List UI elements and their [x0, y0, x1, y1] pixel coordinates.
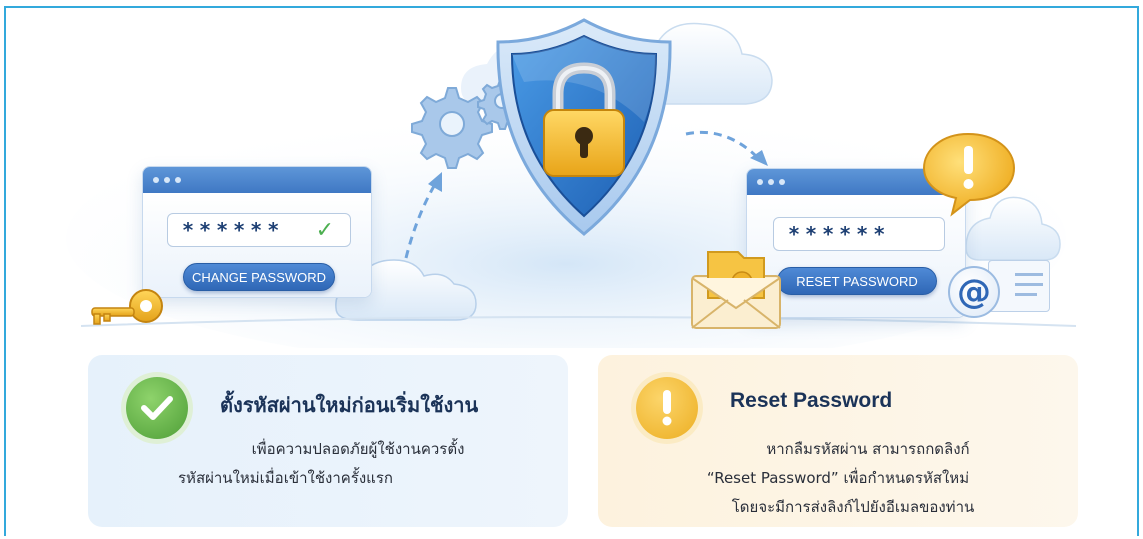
check-icon: ✓ — [315, 218, 334, 243]
reset-password-card: Reset Password หากลืมรหัสผ่าน สามารถกดลิ… — [598, 355, 1078, 527]
envelope-icon — [691, 251, 781, 329]
window-dot — [779, 179, 785, 185]
password-illustration: ****** ✓ CHANGE PASSWORD ****** RESET PA… — [6, 8, 1137, 348]
key-icon — [91, 289, 163, 325]
card-text-line: รหัสผ่านใหม่เมื่อเข้าใช้งาครั้งแรก — [178, 469, 393, 487]
window-body: ****** ✓ CHANGE PASSWORD — [143, 193, 371, 297]
window-dot — [757, 179, 763, 185]
password-field: ****** — [773, 217, 945, 251]
change-password-window: ****** ✓ CHANGE PASSWORD — [142, 166, 372, 298]
card-title: Reset Password — [730, 389, 893, 412]
at-sign-icon: @ — [948, 266, 1000, 318]
window-dot — [153, 177, 159, 183]
first-login-card: ตั้งรหัสผ่านใหม่ก่อนเริ่มใช้งาน เพื่อควา… — [88, 355, 568, 527]
reset-password-button: RESET PASSWORD — [777, 267, 937, 295]
card-text-line: โดยจะมีการส่งลิงก์ไปยังอีเมลของท่าน — [731, 498, 975, 516]
window-dot — [175, 177, 181, 183]
window-dot — [164, 177, 170, 183]
warning-bubble-icon — [922, 132, 1016, 217]
password-field: ****** ✓ — [167, 213, 351, 247]
card-text-line: “Reset Password” เพื่อกำหนดรหัสใหม่ — [706, 469, 970, 487]
password-mask: ****** — [182, 218, 285, 242]
change-password-button: CHANGE PASSWORD — [183, 263, 335, 291]
check-circle-icon — [126, 377, 188, 439]
card-title: ตั้งรหัสผ่านใหม่ก่อนเริ่มใช้งาน — [220, 393, 479, 417]
window-dot — [768, 179, 774, 185]
card-text-line: หากลืมรหัสผ่าน สามารถกดลิงก์ — [766, 440, 970, 458]
card-text-line: เพื่อความปลอดภัยผู้ใช้งานควรตั้ง — [251, 440, 465, 458]
password-mask: ****** — [788, 222, 891, 246]
window-titlebar — [143, 167, 371, 193]
infographic-frame: ****** ✓ CHANGE PASSWORD ****** RESET PA… — [4, 6, 1139, 536]
warning-icon — [636, 377, 698, 439]
